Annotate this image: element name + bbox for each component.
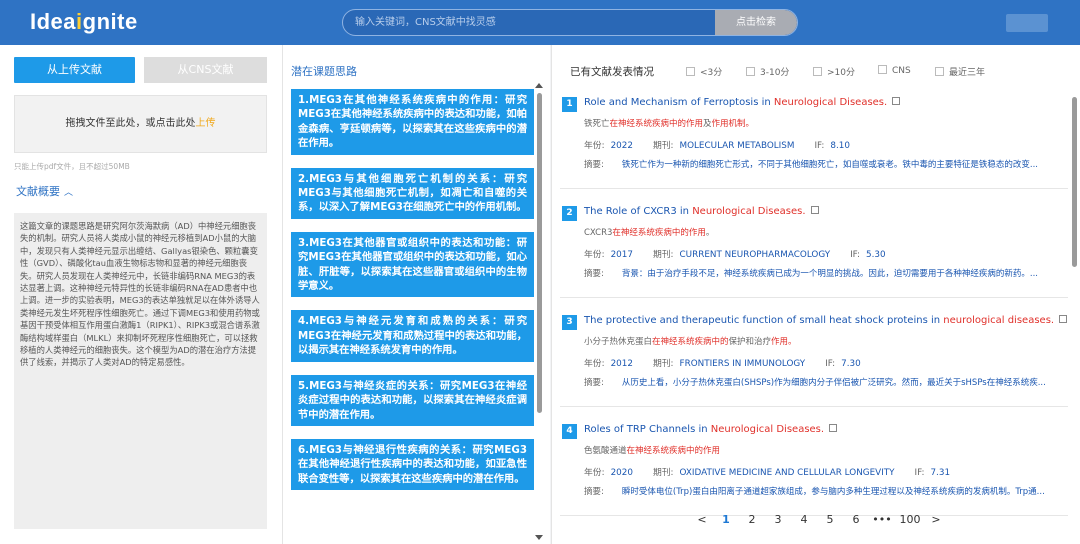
upload-link[interactable]: 上传 bbox=[196, 118, 216, 129]
paper-number: 4 bbox=[562, 424, 577, 439]
page-100[interactable]: 100 bbox=[898, 513, 922, 526]
page-1[interactable]: 1 bbox=[716, 513, 736, 526]
ideas-scrollbar[interactable] bbox=[537, 93, 542, 413]
filter-recent[interactable]: 最近三年 bbox=[935, 65, 985, 78]
filter-gt10[interactable]: >10分 bbox=[813, 65, 855, 78]
paper-number: 3 bbox=[562, 315, 577, 330]
paper-journal: OXIDATIVE MEDICINE AND CELLULAR LONGEVIT… bbox=[679, 468, 895, 478]
papers-scrollbar[interactable] bbox=[1072, 97, 1077, 267]
paper-meta: 年份: 2017 期刊: CURRENT NEUROPHARMACOLOGY IF: 5.… bbox=[584, 250, 886, 260]
user-avatar[interactable] bbox=[1006, 14, 1048, 32]
checkbox-icon bbox=[935, 67, 944, 76]
paper-card: 4 Roles of TRP Channels in Neurological D… bbox=[560, 418, 1068, 516]
paper-journal: MOLECULAR METABOLISM bbox=[679, 141, 795, 151]
abstract-text: 这篇文章的课题思路是研究阿尔茨海默病（AD）中神经元细胞丧失的机制。研究人员将人… bbox=[14, 213, 267, 529]
next-page-icon[interactable]: > bbox=[926, 513, 946, 526]
page-3[interactable]: 3 bbox=[768, 513, 788, 526]
paper-abstract: 摘要: 铁死亡作为一种新的细胞死亡形式，不同于其他细胞死亡，如自噬或衰老。铁中毒的… bbox=[584, 160, 1038, 170]
paper-abstract: 摘要: 瞬时受体电位(Trp)蛋白由阳离子通道超家族组成，参与脑内多种生理过程以及… bbox=[584, 487, 1045, 497]
search-bar: 点击检索 bbox=[342, 9, 798, 36]
paper-title[interactable]: Role and Mechanism of Ferroptosis in Neu… bbox=[584, 97, 901, 108]
chevron-up-icon: ︿ bbox=[64, 188, 74, 198]
search-button[interactable]: 点击检索 bbox=[715, 10, 797, 35]
paper-number: 2 bbox=[562, 206, 577, 221]
idea-item[interactable]: 1.MEG3在其他神经系统疾病中的作用：研究MEG3在其他神经系统疾病中的表达和… bbox=[291, 89, 534, 155]
file-dropzone[interactable]: 拖拽文件至此处，或点击此处上传 bbox=[14, 95, 267, 153]
ideas-title: 潜在课题思路 bbox=[291, 65, 357, 78]
idea-item[interactable]: 2.MEG3与其他细胞死亡机制的关系：研究MEG3与其他细胞死亡机制，如凋亡和自… bbox=[291, 167, 534, 219]
top-header: Ideaignite 点击检索 bbox=[0, 0, 1080, 45]
paper-abstract: 摘要: 背景：由于治疗手段不足，神经系统疾病已成为一个明显的挑战。因此，迫切需要用… bbox=[584, 269, 1038, 279]
scroll-up-icon[interactable] bbox=[535, 83, 543, 88]
paper-if: 7.31 bbox=[930, 468, 951, 478]
paper-title[interactable]: Roles of TRP Channels in Neurological Di… bbox=[584, 424, 838, 435]
idea-item[interactable]: 3.MEG3在其他器官或组织中的表达和功能：研究MEG3在其他器官或组织中的表达… bbox=[291, 231, 534, 298]
paper-card: 3 The protective and therapeutic function… bbox=[560, 309, 1068, 407]
page-ellipsis: ••• bbox=[872, 513, 892, 526]
paper-number: 1 bbox=[562, 97, 577, 112]
left-panel: 从上传文献 从CNS文献 拖拽文件至此处，或点击此处上传 只能上传pdf文件，且… bbox=[0, 45, 282, 544]
paper-card: 2 The Role of CXCR3 in Neurological Disea… bbox=[560, 200, 1068, 298]
paper-title[interactable]: The protective and therapeutic function … bbox=[584, 315, 1068, 326]
filter-label: 已有文献发表情况 bbox=[570, 66, 654, 78]
paper-if: 8.10 bbox=[830, 141, 850, 151]
page-2[interactable]: 2 bbox=[742, 513, 762, 526]
copy-icon[interactable] bbox=[892, 97, 901, 105]
search-input[interactable] bbox=[343, 10, 717, 35]
page-5[interactable]: 5 bbox=[820, 513, 840, 526]
filter-3to10[interactable]: 3-10分 bbox=[746, 65, 789, 78]
paper-if: 5.30 bbox=[866, 250, 886, 260]
idea-item[interactable]: 6.MEG3与神经退行性疾病的关系：研究MEG3在其他神经退行性疾病中的表达和功… bbox=[291, 438, 534, 491]
page-4[interactable]: 4 bbox=[794, 513, 814, 526]
idea-item[interactable]: 5.MEG3与神经炎症的关系：研究MEG3在神经炎症过程中的表达和功能，以探索其… bbox=[291, 374, 534, 426]
paper-meta: 年份: 2022 期刊: MOLECULAR METABOLISM IF: 8.10 bbox=[584, 141, 850, 151]
paper-translation: 色氨酸通道在神经系统疾病中的作用 bbox=[584, 446, 721, 456]
filter-lt3[interactable]: <3分 bbox=[686, 65, 722, 78]
checkbox-icon bbox=[813, 67, 822, 76]
paper-year: 2012 bbox=[610, 359, 633, 369]
checkbox-icon bbox=[686, 67, 695, 76]
paper-year: 2017 bbox=[610, 250, 633, 260]
upload-hint: 只能上传pdf文件，且不超过50MB bbox=[14, 162, 130, 171]
checkbox-icon bbox=[878, 65, 887, 74]
paper-card: 1 Role and Mechanism of Ferroptosis in Ne… bbox=[560, 91, 1068, 189]
paper-meta: 年份: 2020 期刊: OXIDATIVE MEDICINE AND CELLULA… bbox=[584, 468, 951, 478]
copy-icon[interactable] bbox=[829, 424, 838, 432]
paper-meta: 年份: 2012 期刊: FRONTIERS IN IMMUNOLOGY IF: 7.30 bbox=[584, 359, 861, 369]
paper-journal: CURRENT NEUROPHARMACOLOGY bbox=[679, 250, 831, 260]
paper-translation: 小分子热休克蛋白在神经系统疾病中的保护和治疗作用。 bbox=[584, 337, 797, 347]
ideas-panel: 潜在课题思路 1.MEG3在其他神经系统疾病中的作用：研究MEG3在其他神经系统… bbox=[282, 45, 550, 544]
idea-item[interactable]: 4.MEG3与神经元发育和成熟的关系：研究MEG3在神经元发育和成熟过程中的表达… bbox=[291, 310, 534, 362]
paper-title[interactable]: The Role of CXCR3 in Neurological Diseas… bbox=[584, 206, 819, 217]
tab-cns[interactable]: 从CNS文献 bbox=[144, 57, 267, 83]
paper-translation: 铁死亡在神经系统疾病中的作用及作用机制。 bbox=[584, 119, 755, 129]
paper-abstract: 摘要: 从历史上看，小分子热休克蛋白(SHSPs)作为细胞内分子伴侣被广泛研究。然… bbox=[584, 378, 1046, 388]
page-6[interactable]: 6 bbox=[846, 513, 866, 526]
prev-page-icon[interactable]: < bbox=[692, 513, 712, 526]
paper-if: 7.30 bbox=[841, 359, 861, 369]
copy-icon[interactable] bbox=[810, 206, 819, 214]
filter-cns[interactable]: CNS bbox=[878, 65, 911, 76]
paper-journal: FRONTIERS IN IMMUNOLOGY bbox=[679, 359, 806, 369]
scroll-down-icon[interactable] bbox=[535, 535, 543, 540]
abstract-toggle[interactable]: 文献概要 ︿ bbox=[16, 183, 73, 199]
paper-translation: CXCR3在神经系统疾病中的作用。 bbox=[584, 228, 715, 238]
papers-panel: 已有文献发表情况 <3分 3-10分 >10分 CNS 最近三年 1 Role a… bbox=[551, 45, 1080, 544]
paper-year: 2020 bbox=[610, 468, 633, 478]
ideas-list: 1.MEG3在其他神经系统疾病中的作用：研究MEG3在其他神经系统疾病中的表达和… bbox=[291, 89, 534, 544]
logo[interactable]: Ideaignite bbox=[30, 9, 138, 35]
checkbox-icon bbox=[746, 67, 755, 76]
tab-upload[interactable]: 从上传文献 bbox=[14, 57, 135, 83]
paper-year: 2022 bbox=[610, 141, 633, 151]
copy-icon[interactable] bbox=[1059, 315, 1068, 323]
